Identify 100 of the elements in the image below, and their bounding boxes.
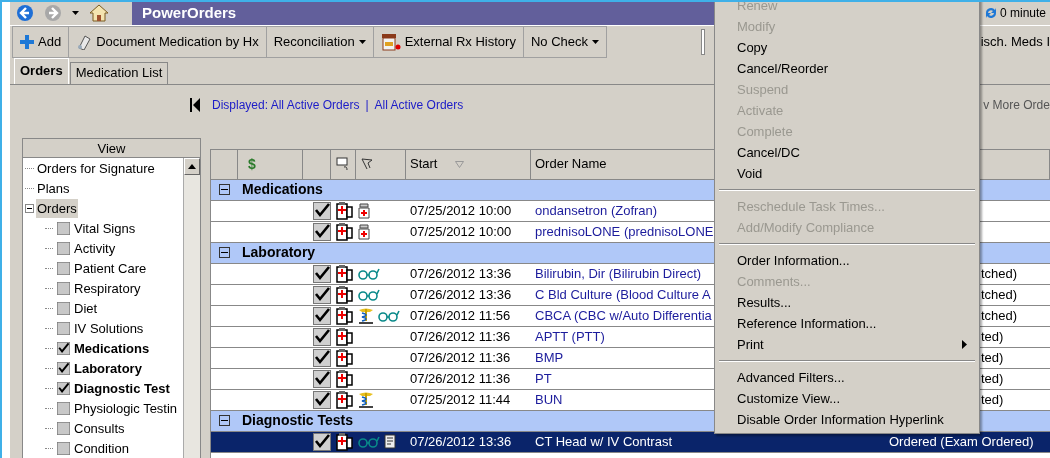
caduceus-icon: [358, 306, 374, 325]
checkbox[interactable]: [313, 432, 331, 451]
order-status: Ordered (Exam Ordered): [889, 432, 1034, 451]
checkbox[interactable]: [313, 264, 331, 283]
checkbox[interactable]: [57, 422, 70, 435]
order-name-link[interactable]: Bilirubin, Dir (Bilirubin Direct): [535, 263, 702, 284]
search-field[interactable]: [701, 28, 705, 55]
order-name-link[interactable]: PT: [535, 368, 552, 389]
filter-link[interactable]: All Active Orders: [374, 95, 464, 114]
checkbox[interactable]: [57, 382, 70, 395]
panel-header: View: [23, 138, 200, 158]
home-icon[interactable]: [89, 4, 109, 23]
checkbox[interactable]: [313, 201, 331, 220]
clipboard-icon: [334, 284, 353, 305]
order-name-link[interactable]: prednisoLONE (prednisoLONE: [535, 221, 714, 242]
order-name-link[interactable]: BMP: [535, 347, 564, 368]
menu-item[interactable]: Cancel/Reorder: [715, 58, 979, 79]
menu-item[interactable]: Cancel/DC: [715, 142, 979, 163]
tab[interactable]: Orders: [14, 57, 69, 84]
glasses-icon: [358, 267, 380, 280]
checkbox[interactable]: [313, 327, 331, 346]
caret-icon: [72, 11, 79, 16]
clipboard-icon: [334, 221, 353, 242]
glasses-icon: [358, 288, 380, 301]
menu-item[interactable]: Copy: [715, 37, 979, 58]
tree-item[interactable]: Consults: [74, 418, 125, 439]
tree-item[interactable]: Patient Care: [74, 258, 147, 279]
order-status: ted): [981, 348, 1004, 367]
toolbar-button[interactable]: No Check: [523, 26, 606, 57]
menu-item[interactable]: Advanced Filters...: [715, 367, 979, 388]
menu-item[interactable]: Customize View...: [715, 388, 979, 409]
tree-item[interactable]: Laboratory: [74, 358, 142, 379]
order-name-link[interactable]: C Bld Culture (Blood Culture A: [535, 284, 711, 305]
start-time: 07/26/2012 11:36: [410, 348, 511, 367]
document-icon: [384, 434, 396, 449]
checkbox[interactable]: [57, 262, 70, 275]
clipboard-icon: [334, 263, 353, 284]
checkbox[interactable]: [313, 369, 331, 388]
order-name-link[interactable]: CBCA (CBC w/Auto Differentia: [535, 305, 712, 326]
clipboard-icon: [334, 200, 353, 221]
column-header[interactable]: $: [248, 153, 256, 175]
checkbox[interactable]: [313, 222, 331, 241]
caret-icon: [592, 39, 599, 44]
checkbox[interactable]: [57, 362, 70, 375]
tree-item[interactable]: Medications: [74, 338, 150, 359]
tree-item[interactable]: Orders for Signature: [36, 158, 156, 179]
checkbox[interactable]: [57, 442, 70, 455]
toolbar-button[interactable]: Reconciliation: [266, 26, 374, 57]
order-status: ted): [981, 327, 1004, 346]
tree-item[interactable]: Physiologic Testin: [74, 398, 178, 419]
checkbox[interactable]: [313, 348, 331, 367]
refresh-icon[interactable]: [984, 6, 998, 21]
checkbox[interactable]: [57, 402, 70, 415]
scroll-up-icon[interactable]: [188, 163, 196, 169]
order-name-link[interactable]: APTT (PTT): [535, 326, 605, 347]
checkbox[interactable]: [313, 285, 331, 304]
toolbar-button[interactable]: External Rx History: [373, 26, 524, 57]
tree-item[interactable]: Activity: [74, 238, 116, 259]
checkbox[interactable]: [57, 222, 70, 235]
scrollbar[interactable]: [183, 157, 200, 458]
collapse-icon[interactable]: [25, 204, 34, 213]
tree-item[interactable]: Vital Signs: [74, 218, 136, 239]
tree-item[interactable]: Plans: [36, 178, 71, 199]
order-status: ted): [981, 390, 1004, 409]
menu-item[interactable]: Void: [715, 163, 979, 184]
pill-bottle-icon: [358, 223, 370, 240]
tree-item[interactable]: Diet: [74, 298, 98, 319]
toolbar-button[interactable]: Add: [13, 26, 70, 57]
tab[interactable]: Medication List: [69, 61, 169, 84]
column-header[interactable]: Start: [410, 154, 438, 174]
tree-item[interactable]: Respiratory: [74, 278, 141, 299]
checkbox[interactable]: [57, 342, 70, 355]
collapse-icon[interactable]: [219, 247, 230, 258]
order-name-link[interactable]: BUN: [535, 389, 563, 410]
collapse-icon[interactable]: [219, 415, 230, 426]
menu-item[interactable]: Disable Order Information Hyperlink: [715, 409, 979, 430]
checkbox[interactable]: [57, 242, 70, 255]
checkbox[interactable]: [57, 282, 70, 295]
order-name-link[interactable]: ondansetron (Zofran): [535, 200, 658, 221]
tree-item[interactable]: Condition: [74, 438, 129, 458]
checkbox[interactable]: [57, 302, 70, 315]
start-time: 07/26/2012 11:56: [410, 306, 511, 325]
pill-bottle-icon: [358, 202, 370, 219]
start-time: 07/25/2012 11:44: [410, 390, 511, 409]
checkbox[interactable]: [313, 306, 331, 325]
checkbox[interactable]: [57, 322, 70, 335]
toolbar-button[interactable]: Document Medication by Hx: [69, 26, 267, 57]
tree-item[interactable]: Orders: [36, 198, 78, 219]
column-header[interactable]: Order Name: [535, 154, 607, 174]
filter-link[interactable]: Displayed: All Active Orders: [212, 95, 360, 114]
toolbar-button[interactable]: isch. Meds I: [980, 25, 1050, 58]
order-name-link[interactable]: CT Head w/ IV Contrast: [535, 431, 673, 452]
back-icon[interactable]: [16, 4, 34, 23]
tree-item[interactable]: IV Solutions: [74, 318, 144, 339]
checkbox[interactable]: [313, 390, 331, 409]
collapse-icon[interactable]: [190, 97, 200, 112]
collapse-icon[interactable]: [219, 184, 230, 195]
tree-item[interactable]: Diagnostic Test: [74, 378, 170, 399]
group-header: Diagnostic Tests: [242, 411, 353, 430]
more-orders-link[interactable]: v More Orde: [983, 95, 1050, 114]
